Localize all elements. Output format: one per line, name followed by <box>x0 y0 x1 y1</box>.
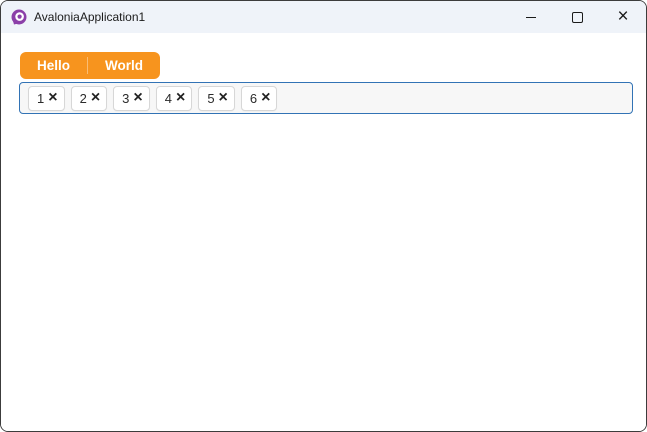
chip: 5 × <box>198 85 235 111</box>
chip-label: 2 <box>79 90 87 106</box>
chip-label: 5 <box>207 90 215 106</box>
minimize-button[interactable] <box>508 1 554 33</box>
chip-label: 1 <box>37 90 45 106</box>
chip-remove-icon[interactable]: × <box>133 89 142 106</box>
window-content: Hello World 1 × 2 × 3 × 4 × 5 × 6 × <box>1 33 646 431</box>
window-title: AvaloniaApplication1 <box>34 10 146 24</box>
close-button[interactable]: × <box>600 1 646 33</box>
chip-remove-icon[interactable]: × <box>91 89 100 106</box>
close-icon: × <box>617 5 629 27</box>
chip: 3 × <box>113 85 150 111</box>
maximize-button[interactable] <box>554 1 600 33</box>
chip-remove-icon[interactable]: × <box>176 89 185 106</box>
title-bar: AvaloniaApplication1 × <box>1 1 646 33</box>
chip-label: 6 <box>249 90 258 106</box>
chip-remove-icon[interactable]: × <box>219 89 228 106</box>
hello-button[interactable]: Hello <box>20 52 87 79</box>
chips-input[interactable]: 1 × 2 × 3 × 4 × 5 × 6 × <box>19 82 633 114</box>
minimize-icon <box>526 16 536 18</box>
chip-remove-icon[interactable]: × <box>261 89 270 106</box>
chip-label: 4 <box>164 90 172 106</box>
chip: 4 × <box>155 85 193 111</box>
avalonia-logo-icon <box>11 9 27 25</box>
world-button[interactable]: World <box>88 52 160 79</box>
chip: 2 × <box>70 85 108 111</box>
chip-remove-icon[interactable]: × <box>48 89 57 106</box>
app-window: AvaloniaApplication1 × Hello World 1 × 2 × 3… <box>0 0 647 432</box>
chip: 1 × <box>28 85 65 111</box>
maximize-icon <box>571 11 583 23</box>
chip: 6 × <box>240 85 278 111</box>
hello-world-split-button: Hello World <box>20 52 161 79</box>
chip-label: 3 <box>122 90 130 106</box>
